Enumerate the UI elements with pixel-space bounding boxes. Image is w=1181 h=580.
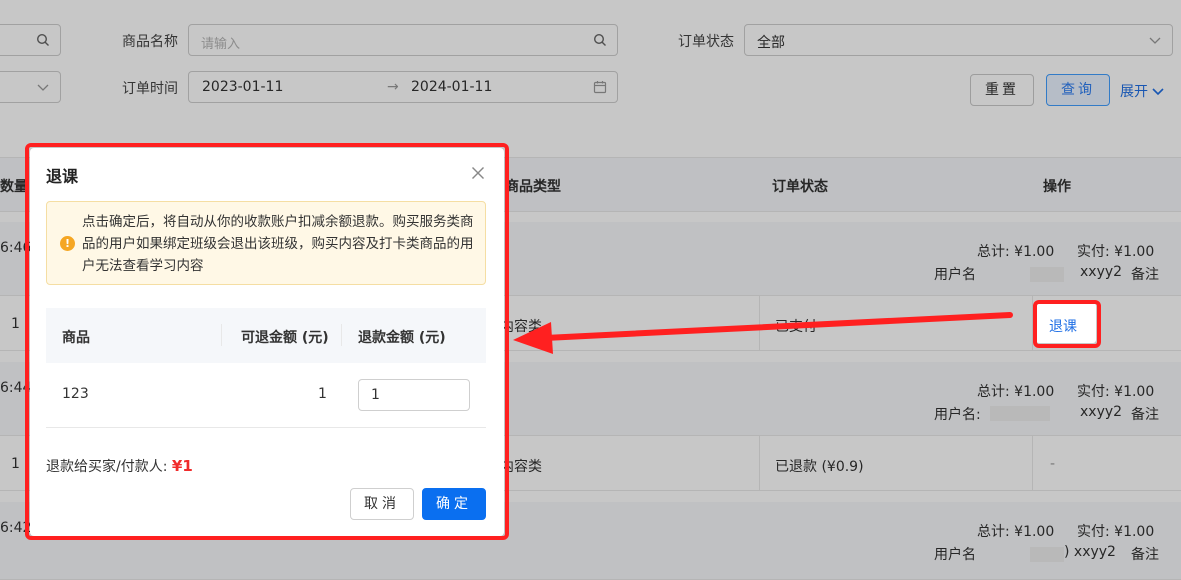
modal-highlight-box: [25, 143, 509, 540]
highlight-box: [1033, 300, 1101, 348]
pointer-arrow: [513, 312, 1013, 354]
